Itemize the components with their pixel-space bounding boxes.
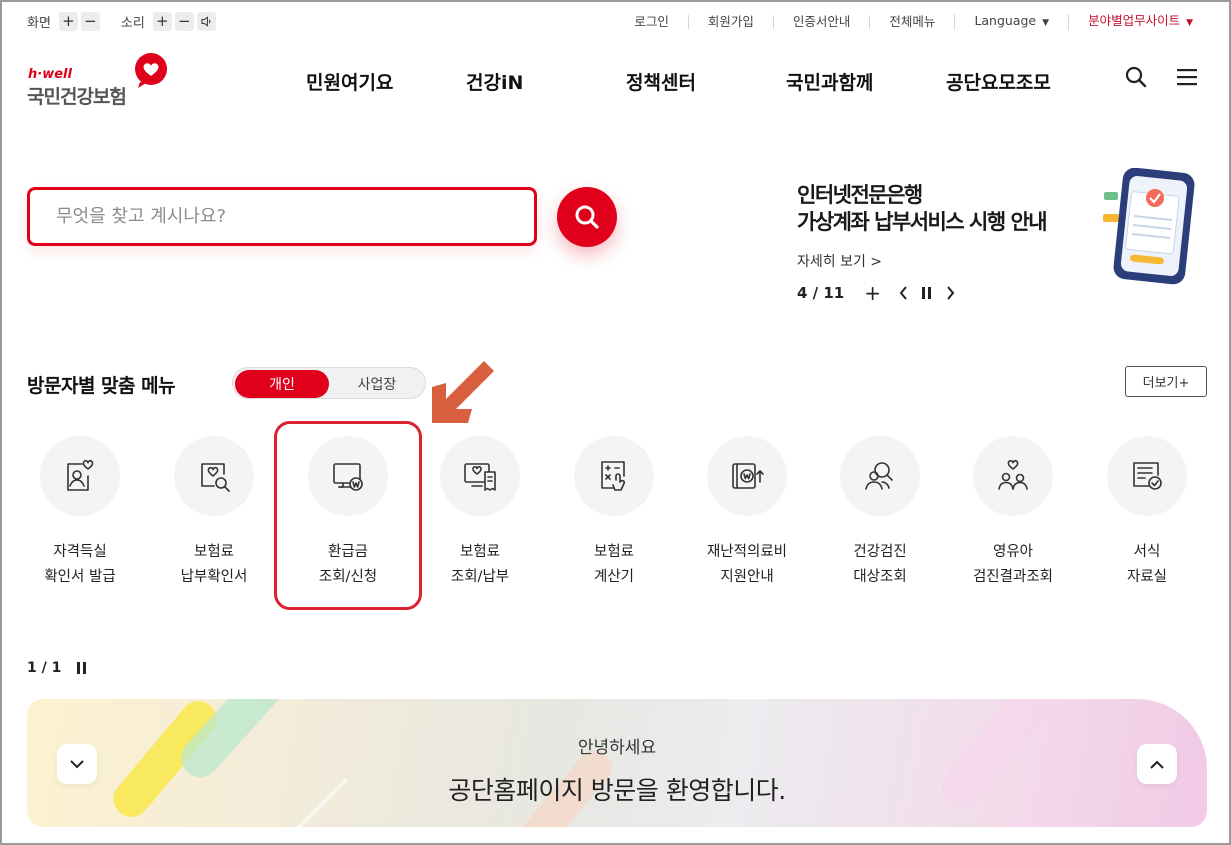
menu-icon-circle xyxy=(1107,436,1187,516)
calculator-icon xyxy=(601,461,626,491)
zoom-out-button[interactable]: − xyxy=(80,12,100,31)
menu-item-label: 보험료 납부확인서 xyxy=(180,544,248,585)
main-navigation: 민원여기요 건강iN 정책센터 국민과함께 공단요모조모 xyxy=(0,68,1231,94)
menu-item-label: 보험료 조회/납부 xyxy=(450,544,510,585)
menu-item-label: 영유아 검진결과조회 xyxy=(972,544,1054,585)
family-heart-icon xyxy=(998,460,1028,490)
tab-personal[interactable]: 개인 xyxy=(235,370,329,398)
accessibility-controls: 화면 + − 소리 + − xyxy=(27,12,219,31)
caret-down-icon: ▼ xyxy=(1186,18,1193,28)
utility-links: 로그인 회원가입 인증서안내 전체메뉴 Language ▼ 분야별업무사이트 ▼ xyxy=(615,14,1193,30)
nav-policy-center[interactable]: 정책센터 xyxy=(626,68,696,95)
menu-icon-circle xyxy=(440,436,520,516)
speaker-icon[interactable] xyxy=(196,12,216,31)
tab-business[interactable]: 사업장 xyxy=(331,370,423,398)
menu-item-label: 보험료 계산기 xyxy=(593,544,635,585)
menu-icon-circle xyxy=(840,436,920,516)
form-check-icon xyxy=(1133,462,1162,490)
expand-button[interactable] xyxy=(1137,744,1177,784)
welcome-greeting: 안녕하세요 xyxy=(577,738,657,758)
menu-item-label: 재난적의료비 지원안내 xyxy=(706,544,788,585)
banner-counter: 4 / 11 xyxy=(797,284,845,302)
nav-with-citizens[interactable]: 국민과함께 xyxy=(786,68,873,95)
zoom-in-button[interactable]: + xyxy=(58,12,78,31)
pause-icon[interactable] xyxy=(77,662,87,674)
phone-illustration-icon xyxy=(1103,168,1195,285)
document-search-icon xyxy=(201,463,230,492)
menu-icon-circle xyxy=(574,436,654,516)
menu-icon-circle xyxy=(707,436,787,516)
pointer-arrow-icon xyxy=(432,361,494,423)
banner-title[interactable]: 인터넷전문은행 가상계좌 납부서비스 시행 안내 xyxy=(797,182,1048,236)
menu-item-label: 자격득실 확인서 발급 xyxy=(44,544,116,585)
menu-page-counter: 1 / 1 xyxy=(27,660,62,676)
hamburger-menu-icon[interactable] xyxy=(1177,69,1197,86)
menu-item-label: 서식 자료실 xyxy=(1126,544,1168,585)
certificate-guide-link[interactable]: 인증서안내 xyxy=(772,15,870,29)
chevron-up-icon xyxy=(1150,760,1164,769)
people-search-icon xyxy=(865,462,893,490)
search-field xyxy=(27,187,537,246)
nav-about-nhis[interactable]: 공단요모조모 xyxy=(946,68,1051,95)
field-sites-select[interactable]: 분야별업무사이트 ▼ xyxy=(1068,14,1193,30)
menu-pager: 1 / 1 xyxy=(27,660,87,676)
pause-icon[interactable] xyxy=(922,287,932,299)
monitor-receipt-icon xyxy=(464,463,496,491)
search-input[interactable] xyxy=(30,190,534,243)
wallet-won-icon xyxy=(732,463,764,489)
banner-more-link[interactable]: 자세히 보기 > xyxy=(797,251,882,271)
more-button[interactable]: 더보기+ xyxy=(1125,366,1207,397)
visitor-type-toggle: 개인 사업장 xyxy=(232,367,426,399)
all-menu-link[interactable]: 전체메뉴 xyxy=(869,15,954,29)
welcome-message: 공단홈페이지 방문을 환영합니다. xyxy=(448,776,786,805)
banner-controls: 4 / 11 + xyxy=(797,283,955,303)
chevron-right-icon[interactable] xyxy=(946,286,955,300)
language-select[interactable]: Language ▼ xyxy=(954,14,1068,30)
volume-down-button[interactable]: − xyxy=(174,12,194,31)
welcome-banner: 안녕하세요 공단홈페이지 방문을 환영합니다. xyxy=(27,699,1207,827)
nav-health-in[interactable]: 건강iN xyxy=(466,68,523,95)
screen-size-label: 화면 xyxy=(27,16,51,31)
search-icon[interactable] xyxy=(1125,66,1147,88)
id-card-heart-icon xyxy=(67,460,94,491)
menu-item-label: 건강검진 대상조회 xyxy=(853,544,907,585)
sound-label: 소리 xyxy=(120,16,145,31)
banner-add-button[interactable]: + xyxy=(864,283,881,303)
search-button[interactable] xyxy=(557,187,617,247)
menu-icon-circle xyxy=(174,436,254,516)
chevron-left-icon[interactable] xyxy=(899,286,908,300)
chevron-down-icon xyxy=(70,759,84,768)
nav-civil-service[interactable]: 민원여기요 xyxy=(306,68,393,95)
menu-icon-circle xyxy=(40,436,120,516)
login-link[interactable]: 로그인 xyxy=(615,15,688,29)
menu-icon-circle xyxy=(973,436,1053,516)
signup-link[interactable]: 회원가입 xyxy=(687,15,773,29)
custom-menu-title: 방문자별 맞춤 메뉴 xyxy=(27,375,176,397)
volume-up-button[interactable]: + xyxy=(152,12,172,31)
highlight-box xyxy=(274,421,422,610)
welcome-decoration xyxy=(113,699,1053,827)
caret-down-icon: ▼ xyxy=(1042,18,1050,28)
search-icon xyxy=(575,205,599,229)
